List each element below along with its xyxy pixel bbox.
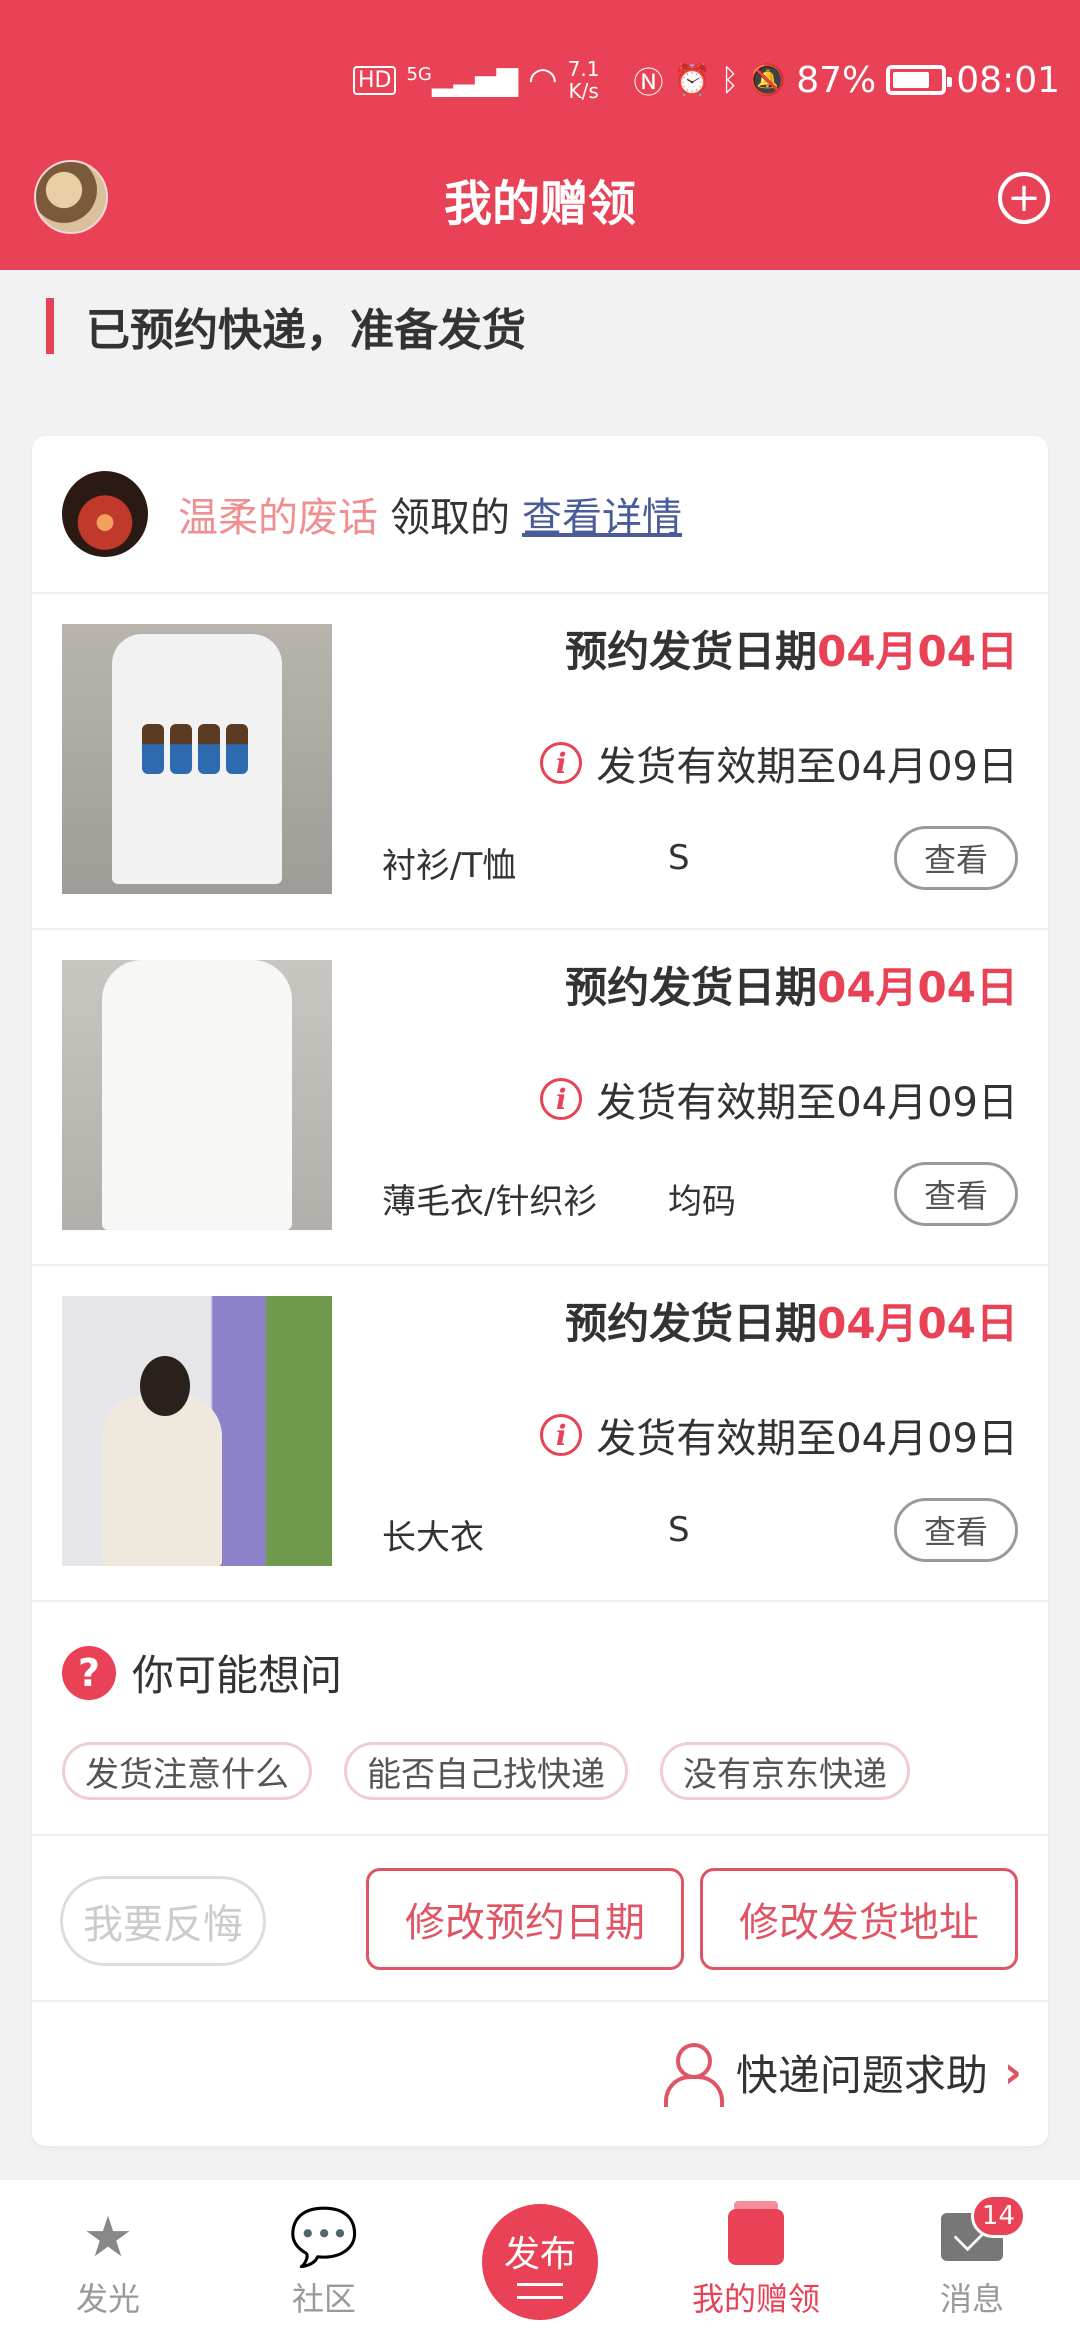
order-card: 温柔的废话 领取的 查看详情 预约发货日期04月04日 i 发货有效期至04月0…	[32, 436, 1048, 2146]
item-size: 均码	[668, 1182, 736, 1222]
reserve-date: 04月04日	[817, 963, 1018, 1012]
validity-text: 发货有效期至04月09日	[596, 1080, 1018, 1126]
faq-chip-shipping-notes[interactable]: 发货注意什么	[62, 1742, 312, 1800]
item-photo-coat[interactable]	[62, 1296, 332, 1566]
faq-chip-no-jd-courier[interactable]: 没有京东快递	[660, 1742, 910, 1800]
clock: 08:01	[956, 59, 1060, 101]
nfc-icon: Ⓝ	[633, 66, 664, 101]
faq-title: 你可能想问	[132, 1651, 343, 1700]
star-icon: ★	[82, 2204, 134, 2270]
faq-chip-own-courier[interactable]: 能否自己找快递	[344, 1742, 628, 1800]
header: HD 5G ▂▃▅▇ ◠ 7.1 K/s Ⓝ ⏰ ᛒ 🔕 87% 08:01 我…	[0, 0, 1080, 270]
nav-label: 社区	[291, 2280, 356, 2318]
wifi-icon: ◠	[528, 60, 558, 100]
item-size: S	[668, 838, 690, 878]
courier-help-row: 快递问题求助 ›	[32, 2002, 1048, 2142]
faq-header: ? 你可能想问	[62, 1642, 342, 1703]
mute-icon: 🔕	[748, 62, 787, 98]
section-heading: 已预约快递，准备发货	[46, 296, 526, 356]
publish-icon	[517, 2283, 563, 2299]
info-icon: i	[540, 1078, 583, 1120]
plus-icon: +	[1007, 175, 1041, 221]
info-icon: i	[540, 742, 583, 784]
chevron-right-icon: ›	[1003, 2047, 1022, 2098]
courier-help-link[interactable]: 快递问题求助 ›	[663, 2042, 1022, 2107]
faq-section: ? 你可能想问 发货注意什么 能否自己找快递 没有京东快递	[32, 1602, 1048, 1836]
item-category: 长大衣	[382, 1518, 484, 1558]
battery-icon	[886, 65, 953, 95]
add-button[interactable]: +	[998, 172, 1050, 224]
reserve-date-row: 预约发货日期04月04日	[565, 1290, 1018, 1351]
nav-item-faguang[interactable]: ★ 发光	[28, 2200, 188, 2320]
validity-text: 发货有效期至04月09日	[596, 744, 1018, 790]
item-category: 衬衫/T恤	[382, 846, 517, 886]
network-speed-unit: K/s	[568, 79, 599, 103]
nav-label: 我的赠领	[691, 2280, 820, 2318]
courier-help-label: 快递问题求助	[735, 2051, 988, 2100]
item-category: 薄毛衣/针织衫	[382, 1182, 598, 1222]
reserve-date-row: 预约发货日期04月04日	[565, 954, 1018, 1015]
reserve-label: 预约发货日期	[565, 627, 818, 676]
reserve-date: 04月04日	[817, 627, 1018, 676]
hd-icon: HD	[353, 65, 397, 95]
reserve-date: 04月04日	[817, 1299, 1018, 1348]
battery-percent: 87%	[796, 59, 877, 101]
regret-button[interactable]: 我要反悔	[60, 1876, 266, 1966]
network-speed-value: 7.1	[567, 57, 600, 81]
claimed-text: 领取的	[390, 495, 510, 541]
chat-bubble-icon: 💬	[289, 2205, 359, 2270]
gift-box-icon	[728, 2201, 784, 2265]
view-button[interactable]: 查看	[894, 1498, 1018, 1562]
page-title: 我的赠领	[443, 176, 636, 232]
net-type: 5G	[406, 63, 432, 85]
app-bar: 我的赠领 +	[0, 160, 1080, 270]
change-address-button[interactable]: 修改发货地址	[700, 1868, 1018, 1970]
messages-badge: 14	[970, 2194, 1026, 2238]
validity-text: 发货有效期至04月09日	[596, 1416, 1018, 1462]
nav-item-messages[interactable]: 消息 14	[892, 2194, 1052, 2320]
action-row: 我要反悔 修改预约日期 修改发货地址	[32, 1836, 1048, 2002]
question-icon: ?	[62, 1645, 116, 1700]
publish-button[interactable]: 发布	[482, 2204, 598, 2320]
item-photo-tshirt[interactable]	[62, 624, 332, 894]
nav-item-my-gifts[interactable]: 我的赠领	[676, 2200, 836, 2320]
view-button[interactable]: 查看	[894, 1162, 1018, 1226]
alarm-icon: ⏰	[673, 62, 711, 98]
claimer-row: 温柔的废话 领取的 查看详情	[32, 436, 1048, 594]
network-speed: 7.1 K/s	[568, 58, 600, 102]
item-size: S	[668, 1510, 690, 1550]
validity-row: i 发货有效期至04月09日	[540, 1070, 1018, 1128]
info-icon: i	[540, 1414, 583, 1456]
list-item: 预约发货日期04月04日 i 发货有效期至04月09日 薄毛衣/针织衫 均码 查…	[32, 930, 1048, 1266]
reserve-label: 预约发货日期	[565, 1299, 818, 1348]
faq-chips: 发货注意什么 能否自己找快递 没有京东快递	[62, 1742, 910, 1800]
claimer-avatar[interactable]	[62, 471, 148, 557]
nav-label: 发光	[75, 2280, 140, 2318]
reserve-date-row: 预约发货日期04月04日	[565, 618, 1018, 679]
bluetooth-icon: ᛒ	[720, 62, 739, 98]
status-bar: HD 5G ▂▃▅▇ ◠ 7.1 K/s Ⓝ ⏰ ᛒ 🔕 87% 08:01	[353, 56, 1060, 104]
section-accent-bar	[46, 298, 54, 354]
section-title: 已预约快递，准备发货	[86, 305, 526, 356]
person-icon	[663, 2042, 724, 2107]
change-date-button[interactable]: 修改预约日期	[366, 1868, 684, 1970]
publish-label: 发布	[503, 2234, 576, 2275]
list-item: 预约发货日期04月04日 i 发货有效期至04月09日 衬衫/T恤 S 查看	[32, 594, 1048, 930]
list-item: 预约发货日期04月04日 i 发货有效期至04月09日 长大衣 S 查看	[32, 1266, 1048, 1602]
view-details-link[interactable]: 查看详情	[522, 485, 682, 543]
claimer-name[interactable]: 温柔的废话	[178, 485, 378, 543]
validity-row: i 发货有效期至04月09日	[540, 734, 1018, 792]
signal-5g-icon: 5G ▂▃▅▇	[406, 63, 519, 97]
validity-row: i 发货有效期至04月09日	[540, 1406, 1018, 1464]
nav-label: 消息	[939, 2280, 1004, 2318]
item-photo-sweater[interactable]	[62, 960, 332, 1230]
view-button[interactable]: 查看	[894, 826, 1018, 890]
nav-item-community[interactable]: 💬 社区	[244, 2200, 404, 2320]
reserve-label: 预约发货日期	[565, 963, 818, 1012]
